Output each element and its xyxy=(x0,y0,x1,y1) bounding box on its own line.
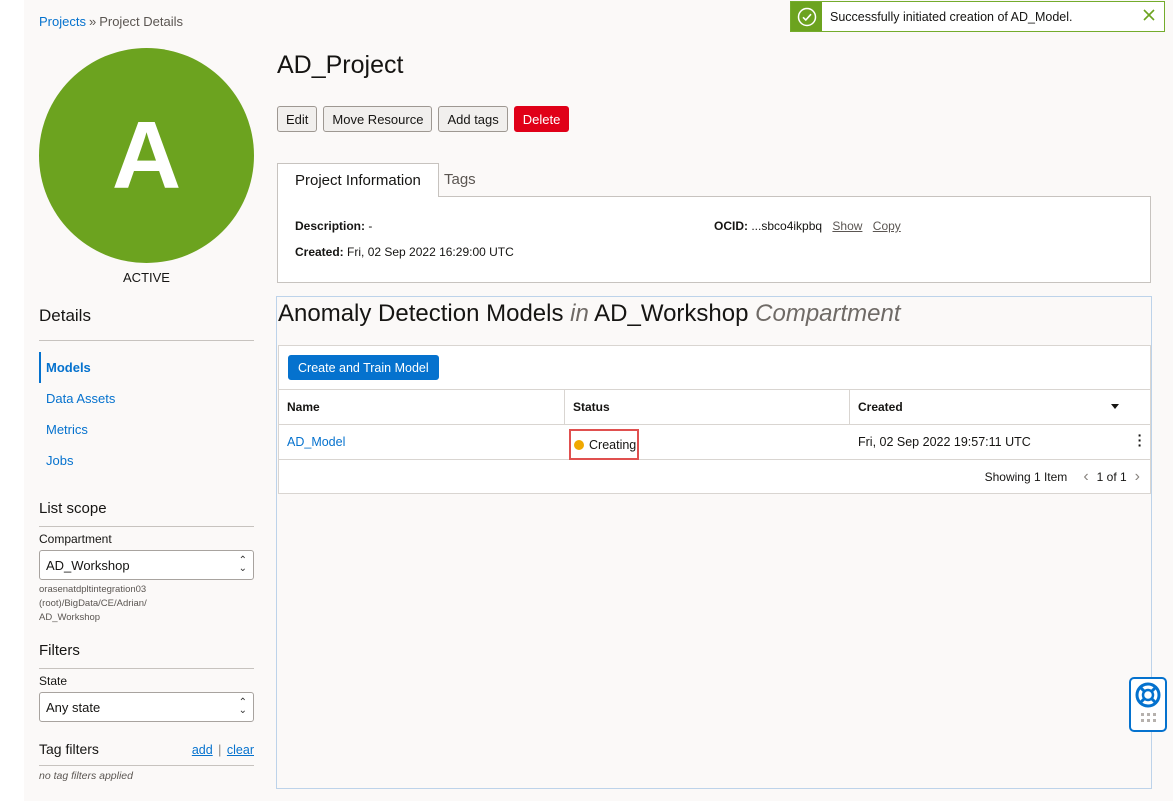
toast-message: Successfully initiated creation of AD_Mo… xyxy=(830,9,1073,24)
breadcrumb-current: Project Details xyxy=(99,14,184,29)
help-lifebuoy-button[interactable] xyxy=(1129,677,1167,732)
table-header: Name Status Created xyxy=(279,389,1150,425)
created-row: Created: Fri, 02 Sep 2022 16:29:00 UTC xyxy=(295,245,514,259)
compartment-label: Compartment xyxy=(39,532,112,546)
list-scope-title: List scope xyxy=(39,500,107,517)
ocid-row: OCID: ...sbco4ikpbq Show Copy xyxy=(714,219,901,233)
drag-handle-icon[interactable] xyxy=(1140,713,1156,722)
project-avatar: A xyxy=(39,48,254,263)
model-status: Creating xyxy=(589,437,637,452)
state-label: State xyxy=(39,674,68,688)
created-value: Fri, 02 Sep 2022 16:29:00 UTC xyxy=(347,245,514,259)
models-title-in: in xyxy=(570,300,589,327)
move-resource-button[interactable]: Move Resource xyxy=(323,106,433,132)
description-row: Description: - xyxy=(295,219,372,233)
column-header-created[interactable]: Created xyxy=(850,390,1150,424)
showing-count: Showing 1 Item xyxy=(984,470,1068,484)
description-value: - xyxy=(368,219,373,233)
project-information-panel: Description: - Created: Fri, 02 Sep 2022… xyxy=(277,196,1151,283)
models-title-main: Anomaly Detection Models xyxy=(278,300,564,327)
status-cell-highlighted: Creating xyxy=(569,429,639,460)
clear-tag-filters-link[interactable]: clear xyxy=(227,743,254,757)
tab-project-information[interactable]: Project Information xyxy=(277,163,439,197)
action-buttons: Edit Move Resource Add tags Delete xyxy=(277,106,570,132)
compartment-path-line-1: orasenatdpltintegration03 (root)/BigData… xyxy=(39,584,147,609)
no-tag-filters-text: no tag filters applied xyxy=(39,770,133,782)
list-scope-section: List scope Compartment AD_Workshop ⌃ ⌄ or… xyxy=(39,500,254,625)
tab-bar: Project Information Tags xyxy=(277,163,1151,197)
edit-button[interactable]: Edit xyxy=(277,106,318,132)
previous-page-icon[interactable]: ‹ xyxy=(1083,468,1088,486)
ocid-label: OCID: xyxy=(714,219,748,233)
tag-filters-section: Tag filters add | clear no tag filters a… xyxy=(39,741,254,782)
model-name-link[interactable]: AD_Model xyxy=(279,425,345,459)
project-status: ACTIVE xyxy=(123,270,170,285)
models-title-suffix: Compartment xyxy=(755,300,901,327)
compartment-select-value: AD_Workshop xyxy=(46,557,130,573)
select-chevron-icon: ⌃ ⌄ xyxy=(238,555,247,574)
compartment-path: orasenatdpltintegration03 (root)/BigData… xyxy=(39,583,254,625)
next-page-icon[interactable]: › xyxy=(1135,468,1140,486)
divider xyxy=(39,668,254,669)
delete-button[interactable]: Delete xyxy=(513,106,570,132)
success-toast: Successfully initiated creation of AD_Mo… xyxy=(790,1,1165,32)
table-row: AD_Model Creating Fri, 02 Sep 2022 19:57… xyxy=(279,425,1150,460)
success-check-icon xyxy=(791,2,822,31)
add-tags-button[interactable]: Add tags xyxy=(438,106,508,132)
page-title: AD_Project xyxy=(277,51,404,79)
models-title-compartment: AD_Workshop xyxy=(594,300,749,327)
divider xyxy=(39,765,254,766)
tab-tags[interactable]: Tags xyxy=(444,163,476,197)
state-select-value: Any state xyxy=(46,699,101,715)
state-select[interactable]: Any state ⌃ ⌄ xyxy=(39,692,254,722)
sidebar-item-metrics[interactable]: Metrics xyxy=(39,414,254,445)
sidebar-item-data-assets[interactable]: Data Assets xyxy=(39,383,254,414)
column-header-name[interactable]: Name xyxy=(279,390,564,424)
status-creating-icon xyxy=(574,439,584,450)
sidebar-item-models[interactable]: Models xyxy=(39,352,254,383)
create-and-train-model-button[interactable]: Create and Train Model xyxy=(288,355,439,380)
pagination: Showing 1 Item ‹ 1 of 1 › xyxy=(985,468,1140,486)
divider xyxy=(39,526,254,527)
select-chevron-icon: ⌃ ⌄ xyxy=(238,697,247,716)
filters-section: Filters State Any state ⌃ ⌄ xyxy=(39,642,254,722)
models-table: Create and Train Model Name Status Creat… xyxy=(278,345,1151,494)
created-label: Created: xyxy=(295,245,344,259)
sort-descending-icon[interactable] xyxy=(1111,404,1119,409)
close-icon[interactable] xyxy=(1143,9,1155,24)
ocid-value: ...sbco4ikpbq xyxy=(751,219,823,233)
tag-filters-divider: | xyxy=(218,743,222,757)
description-label: Description: xyxy=(295,219,366,233)
sidebar-item-jobs[interactable]: Jobs xyxy=(39,445,254,476)
details-title: Details xyxy=(39,306,91,325)
ocid-show-link[interactable]: Show xyxy=(832,219,862,233)
details-section: Details Models Data Assets Metrics Jobs xyxy=(39,306,254,476)
tag-filters-title: Tag filters xyxy=(39,741,99,757)
column-header-status[interactable]: Status xyxy=(565,390,849,424)
compartment-path-line-2: AD_Workshop xyxy=(39,612,101,623)
breadcrumb-separator: » xyxy=(88,14,97,29)
lifebuoy-icon xyxy=(1135,682,1161,708)
model-created: Fri, 02 Sep 2022 19:57:11 UTC xyxy=(858,435,1031,449)
row-actions-kebab-icon[interactable]: · · · xyxy=(1137,428,1143,452)
details-nav: Models Data Assets Metrics Jobs xyxy=(39,352,254,476)
divider xyxy=(39,340,254,341)
tag-filters-actions: add | clear xyxy=(192,743,254,757)
filters-title: Filters xyxy=(39,642,80,659)
models-section-title: Anomaly Detection Models in AD_Workshop … xyxy=(278,300,901,328)
tag-filters-header: Tag filters add | clear xyxy=(39,741,254,757)
compartment-select[interactable]: AD_Workshop ⌃ ⌄ xyxy=(39,550,254,580)
breadcrumb: Projects» Project Details xyxy=(39,14,183,29)
ocid-copy-link[interactable]: Copy xyxy=(873,219,901,233)
add-tag-filter-link[interactable]: add xyxy=(192,743,213,757)
breadcrumb-projects-link[interactable]: Projects xyxy=(39,14,86,29)
page-indicator: 1 of 1 xyxy=(1096,470,1127,484)
